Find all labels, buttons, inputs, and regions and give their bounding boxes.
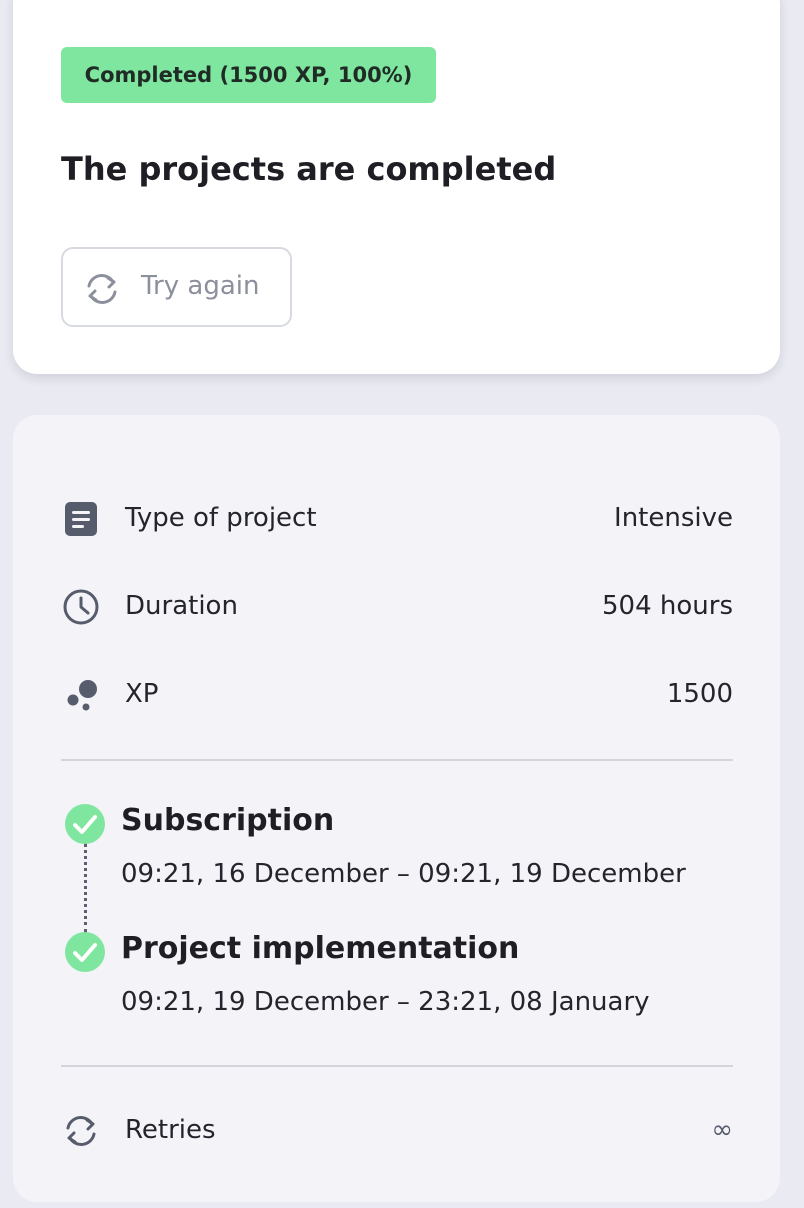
refresh-icon	[87, 274, 117, 304]
timeline-step-title: Subscription	[121, 803, 335, 838]
detail-label: XP	[125, 679, 159, 709]
refresh-icon	[66, 1116, 96, 1146]
detail-row-type: Type of project Intensive	[61, 499, 733, 539]
check-circle-icon	[65, 932, 105, 972]
timeline-step-dates: 09:21, 16 December – 09:21, 19 December	[121, 859, 686, 889]
detail-label: Retries	[125, 1115, 216, 1145]
xp-dots-icon	[67, 680, 97, 711]
timeline-connector	[84, 843, 87, 933]
detail-row-xp: XP 1500	[61, 675, 733, 715]
try-again-label: Try again	[141, 271, 260, 301]
timeline-step-dates: 09:21, 19 December – 23:21, 08 January	[121, 987, 650, 1017]
project-status-card: Completed (1500 XP, 100%) The projects a…	[13, 0, 780, 374]
clock-icon	[63, 589, 99, 625]
timeline-step-title: Project implementation	[121, 931, 520, 966]
detail-value: 504 hours	[602, 591, 733, 621]
retries-value: ∞	[711, 1115, 733, 1145]
project-details-card: Type of project Intensive Duration 504 h…	[13, 415, 780, 1202]
status-badge: Completed (1500 XP, 100%)	[61, 47, 436, 103]
detail-label: Type of project	[125, 503, 317, 533]
detail-row-retries: Retries ∞	[61, 1111, 733, 1151]
try-again-button[interactable]: Try again	[61, 247, 292, 327]
document-icon	[65, 502, 97, 536]
detail-row-duration: Duration 504 hours	[61, 587, 733, 627]
detail-label: Duration	[125, 591, 238, 621]
detail-value: Intensive	[614, 503, 733, 533]
status-title: The projects are completed	[61, 150, 557, 188]
check-circle-icon	[65, 804, 105, 844]
divider	[61, 759, 733, 761]
detail-value: 1500	[666, 679, 733, 709]
divider	[61, 1065, 733, 1067]
